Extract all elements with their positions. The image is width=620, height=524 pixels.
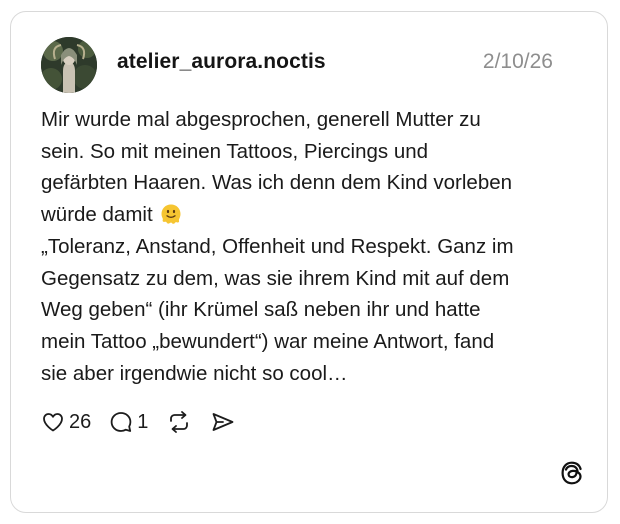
post-text-line: „Toleranz, Anstand, Offenheit und Respek… [41, 234, 514, 258]
melting-face-emoji-icon [161, 204, 181, 224]
reply-button[interactable]: 1 [109, 410, 148, 434]
username[interactable]: atelier_aurora.noctis [117, 50, 326, 74]
post-text-line: Gegensatz zu dem, was sie ihrem Kind mit… [41, 266, 510, 290]
post-text-line: Weg geben“ (ihr Krümel saß neben ihr und… [41, 298, 481, 322]
repost-button[interactable] [166, 410, 192, 434]
comment-icon [110, 412, 132, 432]
post-text-line: sein. So mit meinen Tattoos, Piercings u… [41, 139, 429, 163]
post-text: Mir wurde mal abgesprochen, generell Mut… [41, 104, 571, 389]
like-button[interactable]: 26 [41, 410, 91, 434]
reply-count: 1 [137, 410, 149, 433]
post-actions: 26 1 [41, 407, 254, 437]
post-card: atelier_aurora.noctis 2/10/26 Mir wurde … [10, 11, 608, 513]
like-count: 26 [69, 410, 92, 433]
avatar-image [41, 37, 97, 93]
avatar[interactable] [41, 37, 97, 93]
post-text-line: würde damit [41, 203, 153, 227]
post-date: 2/10/26 [482, 50, 553, 73]
post-text-line-with-emoji: würde damit [41, 199, 571, 231]
repost-icon [170, 411, 189, 433]
send-icon [212, 413, 234, 431]
post-text-line: Mir wurde mal abgesprochen, generell Mut… [41, 108, 481, 131]
post-text-line: mein Tattoo „bewundert“) war meine Antwo… [41, 329, 495, 353]
share-button[interactable] [210, 410, 236, 434]
post-text-line: gefärbten Haaren. Was ich denn dem Kind … [41, 171, 513, 195]
heart-icon [43, 413, 63, 432]
threads-logo-icon [561, 461, 582, 485]
post-text-line: sie aber irgendwie nicht so cool… [41, 361, 348, 385]
